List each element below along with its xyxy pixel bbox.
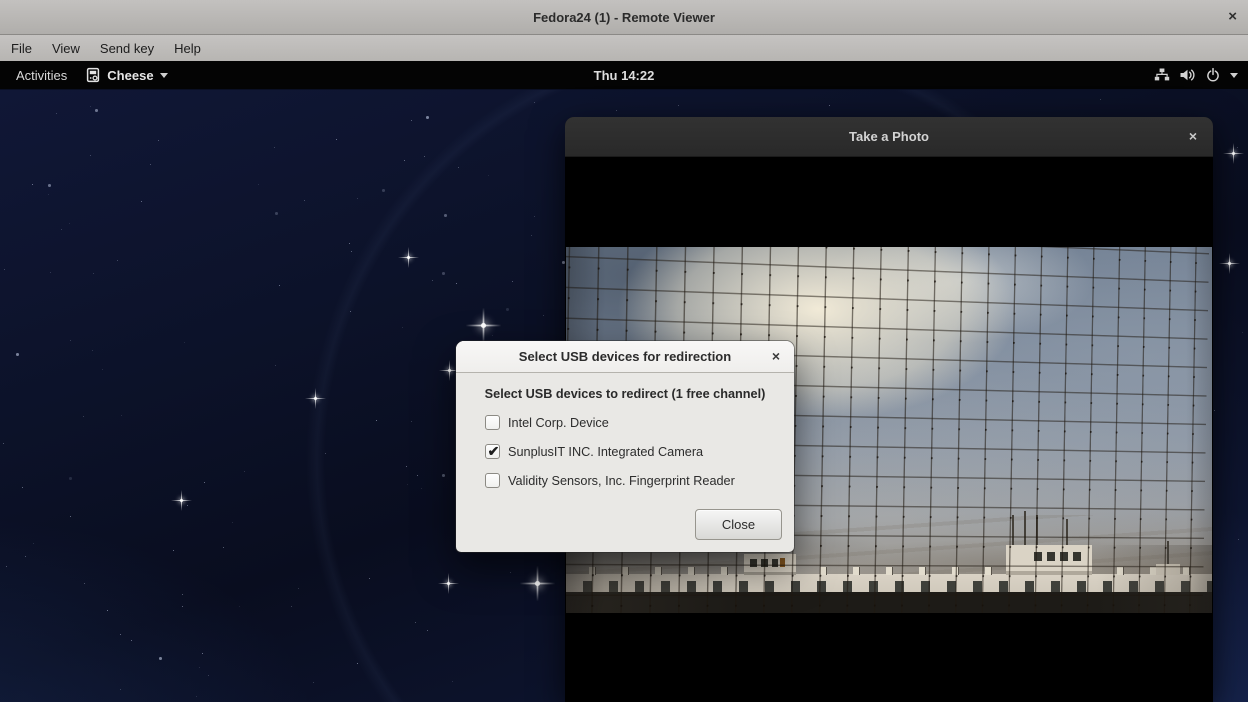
system-tray[interactable]	[1154, 61, 1238, 89]
menu-help[interactable]: Help	[164, 37, 211, 60]
remote-viewer-window-title: Fedora24 (1) - Remote Viewer	[533, 10, 715, 25]
usb-dialog-close-icon[interactable]: ×	[772, 348, 780, 364]
checkbox-unchecked-icon[interactable]	[485, 415, 500, 430]
photo-window-title: Take a Photo	[849, 129, 929, 144]
checkbox-checked-icon[interactable]	[485, 444, 500, 459]
sparkle-star	[314, 397, 317, 400]
photo-window-titlebar[interactable]: Take a Photo ×	[565, 117, 1213, 157]
sparkle-star	[535, 581, 540, 586]
remote-viewer-close-icon[interactable]: ×	[1228, 8, 1237, 26]
usb-dialog-body: Select USB devices to redirect (1 free c…	[456, 387, 794, 495]
sparkle-star	[481, 323, 486, 328]
usb-device-label: SunplusIT INC. Integrated Camera	[508, 445, 703, 459]
gnome-top-bar: Activities Cheese Thu 14:22	[0, 61, 1248, 89]
checkbox-unchecked-icon[interactable]	[485, 473, 500, 488]
usb-dialog-titlebar[interactable]: Select USB devices for redirection ×	[456, 341, 794, 373]
usb-device-label: Intel Corp. Device	[508, 416, 609, 430]
sparkle-star	[448, 369, 451, 372]
menu-send-key[interactable]: Send key	[90, 37, 164, 60]
sparkle-star	[1232, 152, 1235, 155]
volume-icon[interactable]	[1179, 67, 1196, 83]
usb-device-row[interactable]: Validity Sensors, Inc. Fingerprint Reade…	[485, 466, 794, 495]
menu-view[interactable]: View	[42, 37, 90, 60]
photo-window-close-icon[interactable]: ×	[1189, 128, 1197, 144]
usb-redirection-dialog: Select USB devices for redirection × Sel…	[456, 341, 794, 552]
sparkle-star	[447, 582, 450, 585]
virtual-machine-screen: Fedora24 (1) - Remote Viewer × File View…	[0, 0, 1248, 702]
clock[interactable]: Thu 14:22	[0, 68, 1248, 83]
starfield	[0, 90, 1, 91]
device-list: Intel Corp. Device SunplusIT INC. Integra…	[485, 408, 794, 495]
sparkle-star	[407, 256, 410, 259]
usb-dialog-heading: Select USB devices to redirect (1 free c…	[456, 387, 794, 401]
dropdown-icon[interactable]	[1230, 73, 1238, 78]
sparkle-star	[1228, 262, 1231, 265]
remote-viewer-titlebar[interactable]: Fedora24 (1) - Remote Viewer ×	[0, 0, 1248, 35]
close-button[interactable]: Close	[695, 509, 782, 540]
usb-device-label: Validity Sensors, Inc. Fingerprint Reade…	[508, 474, 735, 488]
network-wired-icon[interactable]	[1154, 67, 1170, 83]
sparkle-star	[180, 499, 183, 502]
power-icon[interactable]	[1205, 67, 1221, 83]
menu-file[interactable]: File	[1, 37, 42, 60]
usb-dialog-title: Select USB devices for redirection	[519, 349, 731, 364]
remote-viewer-menubar: File View Send key Help	[0, 35, 1248, 61]
usb-device-row[interactable]: SunplusIT INC. Integrated Camera	[485, 437, 794, 466]
usb-device-row[interactable]: Intel Corp. Device	[485, 408, 794, 437]
